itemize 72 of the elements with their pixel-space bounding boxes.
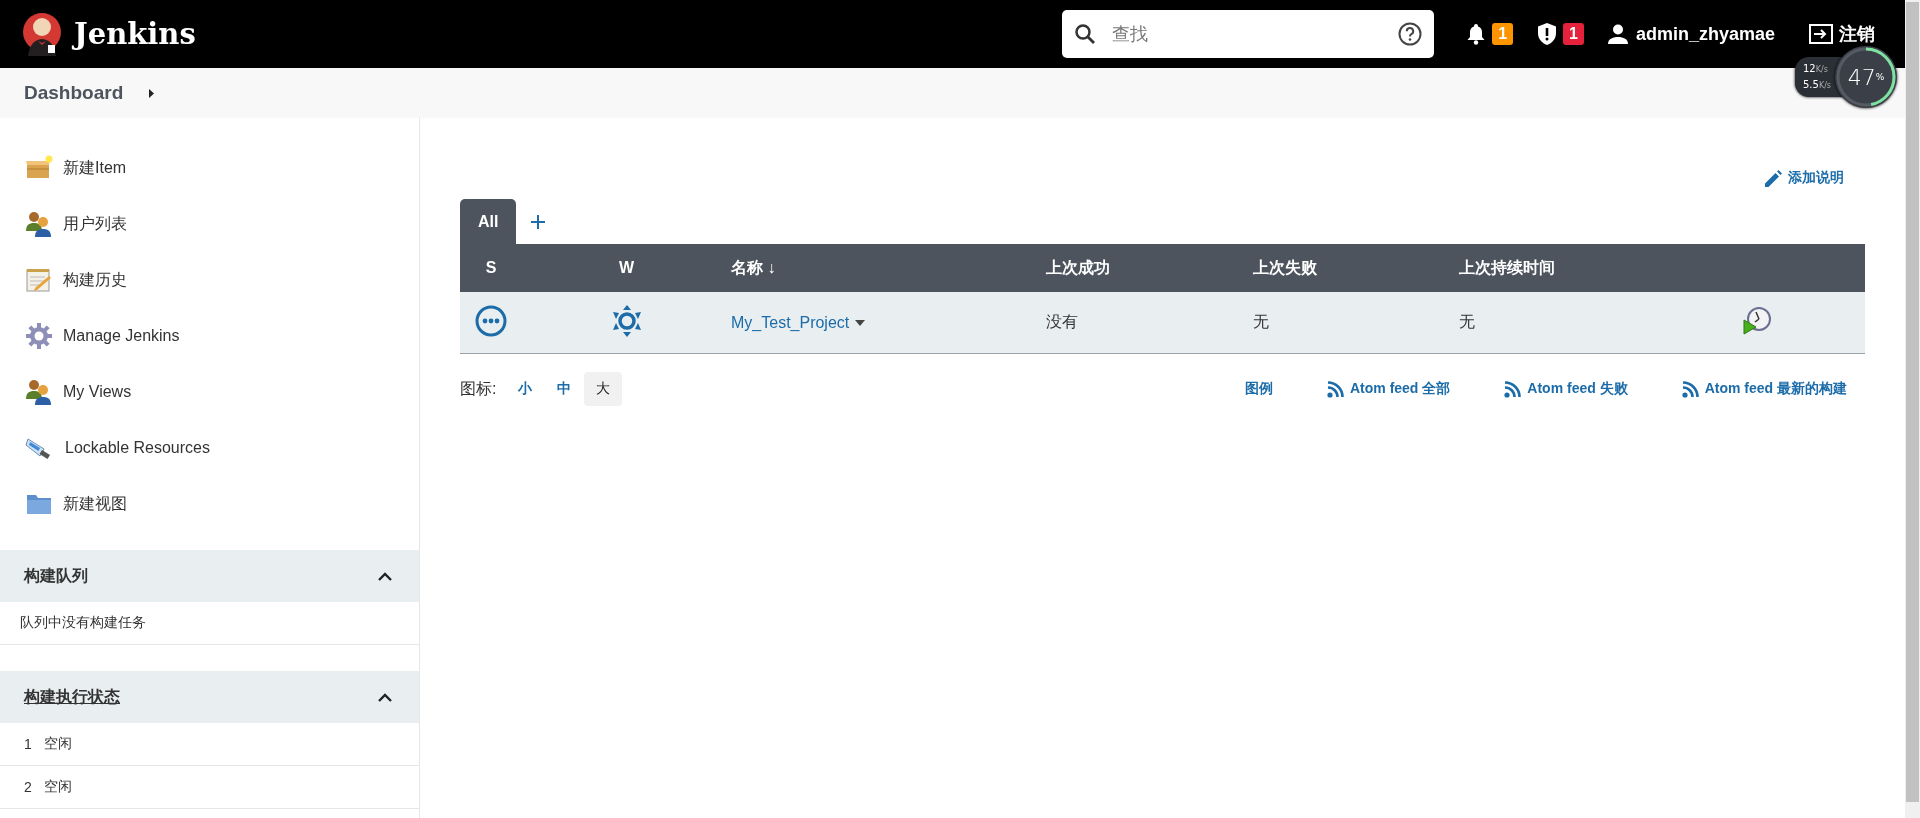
sidebar-link[interactable]: 构建历史 [0, 252, 419, 308]
column-header[interactable]: S [485, 259, 497, 276]
icon-size-option[interactable]: 大 [584, 372, 623, 406]
clock-play-icon[interactable] [1742, 305, 1772, 336]
shield-icon[interactable] [1537, 22, 1558, 46]
atom-feed-link[interactable]: Atom feed 失败 [1504, 380, 1628, 398]
executor-status: 空闲 [43, 735, 72, 753]
rss-icon [1504, 380, 1522, 398]
caret-icon [855, 319, 866, 326]
people-icon [25, 211, 53, 237]
chevron-up-icon[interactable] [377, 571, 393, 581]
icon-size-option[interactable]: 小 [506, 372, 545, 406]
project-link[interactable]: My_Test_Project [731, 313, 866, 332]
sidebar-link[interactable]: My Views [0, 364, 419, 420]
people-icon [25, 379, 53, 405]
status-icon [475, 304, 507, 337]
icon-size-label: 图标: [460, 378, 497, 399]
icon-size-option[interactable]: 中 [545, 372, 584, 406]
executor-status: 空闲 [43, 778, 72, 796]
executor-number: 1 [24, 736, 32, 752]
search-input[interactable]: 查找 [1110, 22, 1385, 46]
view-tab[interactable]: All [460, 199, 517, 244]
table-cell: 没有 [1046, 313, 1078, 330]
help-icon[interactable] [1398, 22, 1423, 46]
percent-sign: % [1875, 72, 1885, 82]
download-speed: 5.5 [1803, 79, 1819, 90]
rss-icon [1681, 380, 1699, 398]
logout-link[interactable]: 注销 [1839, 22, 1875, 46]
sidebar-link[interactable]: 新建Item [0, 140, 419, 196]
bell-icon[interactable] [1466, 23, 1487, 45]
sidebar-link[interactable]: 用户列表 [0, 196, 419, 252]
legend-link[interactable]: 图例 [1244, 380, 1273, 398]
sidebar-link[interactable]: Lockable Resources [0, 420, 419, 476]
pane-title[interactable]: 构建执行状态 [24, 686, 120, 708]
user-name[interactable]: admin_zhyamae [1635, 23, 1775, 45]
box-icon [25, 155, 53, 181]
pencil-icon [1765, 169, 1782, 187]
table-cell: 无 [1253, 313, 1269, 330]
table-cell: 无 [1459, 313, 1475, 330]
logout-icon[interactable] [1809, 24, 1833, 44]
pane-title: 构建队列 [24, 565, 88, 586]
gear-icon [25, 322, 53, 350]
logo-icon[interactable] [22, 12, 62, 56]
chevron-up-icon[interactable] [377, 692, 393, 702]
rss-icon [1326, 380, 1344, 398]
sidebar-link[interactable]: 新建视图 [0, 476, 419, 532]
caret-icon[interactable] [149, 88, 155, 98]
add-description-link[interactable]: 添加说明 [1765, 169, 1844, 187]
folder-icon [25, 492, 53, 516]
upload-speed: 12 [1803, 63, 1816, 74]
search-field[interactable]: 查找 [1062, 10, 1435, 58]
speed-unit: K/s [1818, 81, 1831, 90]
brand-title[interactable]: Jenkins [74, 17, 196, 51]
column-header[interactable]: 上次成功 [1046, 258, 1110, 276]
user-icon[interactable] [1607, 24, 1628, 44]
executor-number: 2 [24, 779, 32, 795]
notepad-icon [25, 267, 53, 293]
speed-unit: K/s [1815, 65, 1828, 74]
security-badge[interactable]: 1 [1563, 23, 1584, 45]
column-header[interactable]: 上次持续时间 [1459, 258, 1555, 276]
usage-percent: 47 [1847, 64, 1876, 90]
queue-message: 队列中没有构建任务 [20, 614, 146, 632]
sidebar-link[interactable]: Manage Jenkins [0, 308, 419, 364]
column-header[interactable]: 名称 ↓ [731, 258, 776, 276]
scrollbar-thumb[interactable] [1906, 2, 1919, 802]
atom-feed-link[interactable]: Atom feed 全部 [1326, 380, 1451, 398]
search-icon [1074, 23, 1097, 45]
plus-icon[interactable] [530, 213, 547, 230]
column-header[interactable]: 上次失败 [1253, 258, 1317, 276]
column-header[interactable]: W [618, 259, 635, 276]
atom-feed-link[interactable]: Atom feed 最新的构建 [1681, 380, 1847, 398]
breadcrumb-link[interactable]: Dashboard [24, 82, 124, 104]
